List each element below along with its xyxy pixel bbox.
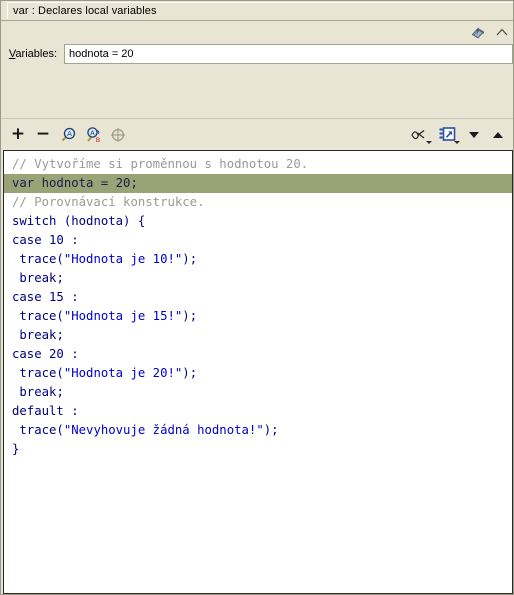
code-token: case [12, 347, 42, 361]
chevron-down-icon[interactable] [454, 140, 460, 144]
magnifier-find-icon: A [61, 127, 76, 141]
code-content[interactable]: // Vytvoříme si proměnnou s hodnotou 20.… [4, 151, 512, 459]
code-line[interactable]: // Porovnávací konstrukce. [4, 193, 512, 212]
toolbar-left-group: + − A A B [8, 121, 128, 148]
code-token: } [12, 442, 20, 456]
code-token: ); [182, 252, 198, 266]
code-line[interactable]: case 10 : [4, 231, 512, 250]
code-token: var hodnota = 20; [12, 176, 138, 190]
pane-separator [1, 118, 513, 119]
code-token: ; [56, 385, 64, 399]
code-token: : [63, 404, 79, 418]
code-line[interactable]: // Vytvoříme si proměnnou s hodnotou 20. [4, 155, 512, 174]
panel-title-bar: var : Declares local variables [1, 1, 513, 21]
code-line[interactable]: trace("Nevyhovuje žádná hodnota!"); [4, 421, 512, 440]
code-token: break [19, 328, 57, 342]
variables-input[interactable] [64, 44, 513, 64]
code-token: ); [182, 366, 198, 380]
find-replace-button[interactable]: A B [83, 125, 103, 145]
find-button[interactable]: A [58, 125, 78, 145]
code-token: trace( [12, 423, 64, 437]
code-token: trace( [12, 309, 64, 323]
collapse-arrow-icon[interactable] [493, 23, 511, 41]
code-token: ); [182, 309, 198, 323]
triangle-down-icon [469, 131, 479, 138]
code-token: "Hodnota je 10!" [63, 252, 183, 266]
variables-row: Variables: [1, 43, 513, 65]
code-token: 20 : [41, 347, 79, 361]
parameters-pane: ? Variables: [1, 21, 513, 119]
actions-panel: var : Declares local variables ? Variabl… [0, 0, 514, 595]
code-line[interactable]: break; [4, 326, 512, 345]
code-token: (hodnota) { [56, 214, 146, 228]
svg-text:A: A [67, 130, 72, 138]
book-help-icon[interactable]: ? [469, 23, 487, 41]
code-token: trace( [12, 366, 64, 380]
variables-label-rest: ariables: [15, 48, 57, 60]
svg-text:?: ? [476, 30, 479, 37]
code-line[interactable]: default : [4, 402, 512, 421]
code-line[interactable]: trace("Hodnota je 20!"); [4, 364, 512, 383]
code-token: 15 : [41, 290, 79, 304]
chevron-down-icon[interactable] [426, 140, 432, 144]
code-token: default [12, 404, 64, 418]
svg-text:A: A [90, 129, 95, 137]
remove-statement-button[interactable]: − [33, 125, 53, 145]
code-line[interactable]: trace("Hodnota je 10!"); [4, 250, 512, 269]
add-statement-button[interactable]: + [8, 125, 28, 145]
code-token: 10 : [41, 233, 79, 247]
code-token: ; [56, 328, 64, 342]
check-syntax-button[interactable] [408, 125, 432, 145]
title-frame: var : Declares local variables [7, 2, 513, 19]
code-line[interactable]: break; [4, 269, 512, 288]
code-token: ; [56, 271, 64, 285]
options-menu-button[interactable] [436, 125, 460, 145]
code-token: ); [263, 423, 279, 437]
move-up-button[interactable] [488, 125, 508, 145]
code-line[interactable]: case 20 : [4, 345, 512, 364]
code-token: case [12, 290, 42, 304]
magnifier-replace-icon: A B [87, 126, 100, 144]
plus-icon: + [10, 124, 26, 144]
code-token: switch [12, 214, 57, 228]
code-token: break [19, 385, 57, 399]
code-line[interactable]: switch (hodnota) { [4, 212, 512, 231]
page-title: var : Declares local variables [13, 5, 157, 17]
actions-toolbar: + − A A B [1, 121, 513, 148]
code-line[interactable]: case 15 : [4, 288, 512, 307]
code-line[interactable]: var hodnota = 20; [4, 174, 512, 193]
toolbar-right-group [408, 121, 508, 148]
code-token: "Hodnota je 20!" [63, 366, 183, 380]
minus-icon: − [35, 124, 51, 144]
insert-target-path-button[interactable] [108, 125, 128, 145]
code-token: "Hodnota je 15!" [63, 309, 183, 323]
script-editor[interactable]: // Vytvoříme si proměnnou s hodnotou 20.… [3, 150, 513, 594]
code-token: "Nevyhovuje žádná hodnota!" [63, 423, 264, 437]
triangle-up-icon [493, 131, 503, 138]
code-token: // Porovnávací konstrukce. [12, 195, 205, 209]
code-token: case [12, 233, 42, 247]
code-line[interactable]: trace("Hodnota je 15!"); [4, 307, 512, 326]
code-token: // Vytvoříme si proměnnou s hodnotou 20. [12, 157, 309, 171]
code-line[interactable]: } [4, 440, 512, 459]
svg-text:B: B [96, 136, 100, 144]
code-line[interactable]: break; [4, 383, 512, 402]
target-crosshair-icon [111, 127, 125, 142]
code-token: break [19, 271, 57, 285]
code-token: trace( [12, 252, 64, 266]
move-down-button[interactable] [464, 125, 484, 145]
variables-label: Variables: [1, 48, 64, 60]
parameters-pane-icons: ? [469, 23, 511, 41]
